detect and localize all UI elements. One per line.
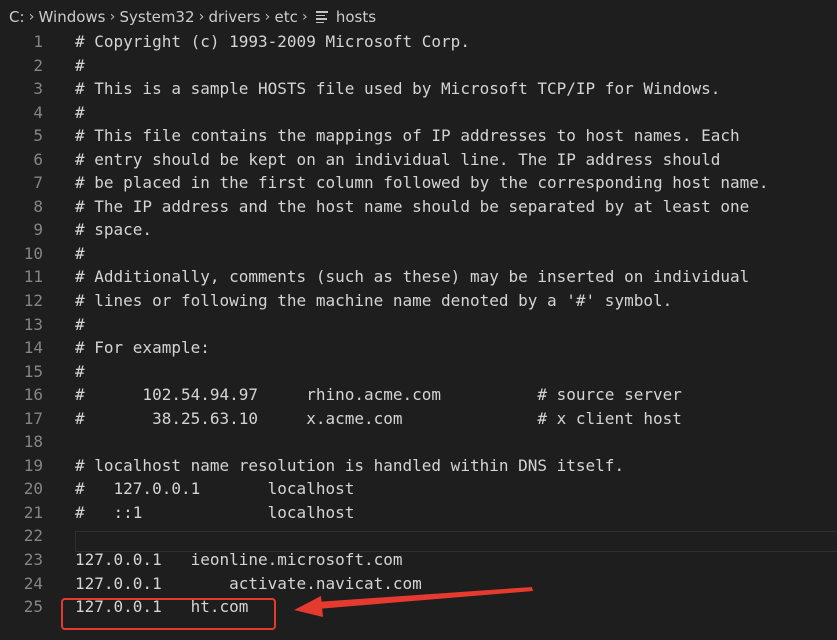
- code-line[interactable]: 8 # The IP address and the host name shou…: [0, 195, 837, 219]
- breadcrumb-system32[interactable]: System32: [120, 8, 195, 26]
- code-line[interactable]: 21 # ::1 localhost: [0, 501, 837, 525]
- line-text[interactable]: # 102.54.94.97 rhino.acme.com # source s…: [75, 383, 682, 407]
- text-file-icon: [315, 11, 328, 23]
- line-number: 25: [23, 597, 43, 617]
- line-text[interactable]: #: [75, 101, 85, 125]
- line-number: 22: [23, 526, 43, 546]
- line-text[interactable]: 127.0.0.1 activate.navicat.com: [75, 572, 422, 596]
- line-text[interactable]: # 38.25.63.10 x.acme.com # x client host: [75, 407, 682, 431]
- code-line[interactable]: 19 # localhost name resolution is handled…: [0, 454, 837, 478]
- code-line[interactable]: 3 # This is a sample HOSTS file used by M…: [0, 77, 837, 101]
- code-line[interactable]: 6 # entry should be kept on an individual…: [0, 148, 837, 172]
- line-text[interactable]: # Additionally, comments (such as these)…: [75, 265, 749, 289]
- code-line[interactable]: 11 # Additionally, comments (such as thes…: [0, 265, 837, 289]
- line-number: 7: [33, 173, 43, 193]
- line-number: 17: [23, 408, 43, 428]
- line-number: 10: [23, 243, 43, 263]
- breadcrumb-drivers[interactable]: drivers: [209, 8, 261, 26]
- line-text[interactable]: # entry should be kept on an individual …: [75, 148, 720, 172]
- line-number: 24: [23, 573, 43, 593]
- breadcrumb-windows[interactable]: Windows: [39, 8, 106, 26]
- code-line[interactable]: 12 # lines or following the machine name …: [0, 289, 837, 313]
- line-text[interactable]: #: [75, 313, 85, 337]
- chevron-right-icon: ›: [198, 9, 205, 25]
- line-text[interactable]: #: [75, 242, 85, 266]
- code-line[interactable]: 9 # space.: [0, 218, 837, 242]
- line-text[interactable]: # This file contains the mappings of IP …: [75, 124, 740, 148]
- code-line[interactable]: 14 # For example:: [0, 336, 837, 360]
- line-text[interactable]: # ::1 localhost: [75, 501, 354, 525]
- line-number: 23: [23, 550, 43, 570]
- code-line[interactable]: 10 #: [0, 242, 837, 266]
- line-text[interactable]: # localhost name resolution is handled w…: [75, 454, 624, 478]
- chevron-right-icon: ›: [264, 9, 271, 25]
- line-text[interactable]: # be placed in the first column followed…: [75, 171, 769, 195]
- line-number: 1: [33, 32, 43, 51]
- code-line[interactable]: 24 127.0.0.1 activate.navicat.com: [0, 572, 837, 596]
- code-line[interactable]: 22: [0, 524, 837, 548]
- line-number: 12: [23, 291, 43, 311]
- breadcrumb-drive[interactable]: C:: [9, 8, 25, 26]
- line-text[interactable]: #: [75, 54, 85, 78]
- chevron-right-icon: ›: [302, 9, 308, 25]
- line-text[interactable]: #: [75, 360, 85, 384]
- line-number: 14: [23, 338, 43, 358]
- breadcrumb: C: › Windows › System32 › drivers › etc …: [0, 0, 837, 34]
- line-number: 6: [33, 149, 43, 169]
- code-line[interactable]: 18: [0, 430, 837, 454]
- chevron-right-icon: ›: [109, 9, 116, 25]
- line-number: 11: [23, 267, 43, 287]
- code-line[interactable]: 20 # 127.0.0.1 localhost: [0, 477, 837, 501]
- line-text[interactable]: 127.0.0.1 ieonline.microsoft.com: [75, 548, 403, 572]
- code-area[interactable]: 1 # Copyright (c) 1993-2009 Microsoft Cor…: [0, 30, 837, 619]
- code-line[interactable]: 15 #: [0, 360, 837, 384]
- line-number: 13: [23, 314, 43, 334]
- line-number: 21: [23, 502, 43, 522]
- line-number: 18: [23, 432, 43, 452]
- code-line[interactable]: 13 #: [0, 313, 837, 337]
- code-line[interactable]: 5 # This file contains the mappings of IP…: [0, 124, 837, 148]
- line-text[interactable]: # For example:: [75, 336, 210, 360]
- line-number: 5: [33, 126, 43, 146]
- code-line[interactable]: 23 127.0.0.1 ieonline.microsoft.com: [0, 548, 837, 572]
- code-line[interactable]: 2 #: [0, 54, 837, 78]
- chevron-right-icon: ›: [28, 9, 35, 25]
- line-number: 16: [23, 385, 43, 405]
- line-number: 20: [23, 479, 43, 499]
- line-text[interactable]: # lines or following the machine name de…: [75, 289, 672, 313]
- code-editor: C: › Windows › System32 › drivers › etc …: [0, 0, 837, 640]
- line-number: 9: [33, 220, 43, 240]
- line-number: 8: [33, 196, 43, 216]
- code-line[interactable]: 7 # be placed in the first column followe…: [0, 171, 837, 195]
- line-text[interactable]: # The IP address and the host name shoul…: [75, 195, 749, 219]
- breadcrumb-etc[interactable]: etc: [274, 8, 297, 26]
- line-text[interactable]: # 127.0.0.1 localhost: [75, 477, 354, 501]
- code-line[interactable]: 4 #: [0, 101, 837, 125]
- line-text[interactable]: # Copyright (c) 1993-2009 Microsoft Corp…: [75, 30, 470, 54]
- line-number: 3: [33, 79, 43, 99]
- line-number: 19: [23, 455, 43, 475]
- breadcrumb-file[interactable]: hosts: [336, 8, 376, 26]
- code-line[interactable]: 16 # 102.54.94.97 rhino.acme.com # source…: [0, 383, 837, 407]
- line-number: 4: [33, 102, 43, 122]
- line-text[interactable]: # space.: [75, 218, 152, 242]
- code-line[interactable]: 17 # 38.25.63.10 x.acme.com # x client ho…: [0, 407, 837, 431]
- annotation-highlight-box: [61, 598, 276, 630]
- code-line[interactable]: 1 # Copyright (c) 1993-2009 Microsoft Cor…: [0, 30, 837, 54]
- line-number: 15: [23, 361, 43, 381]
- line-number: 2: [33, 55, 43, 75]
- line-text[interactable]: # This is a sample HOSTS file used by Mi…: [75, 77, 720, 101]
